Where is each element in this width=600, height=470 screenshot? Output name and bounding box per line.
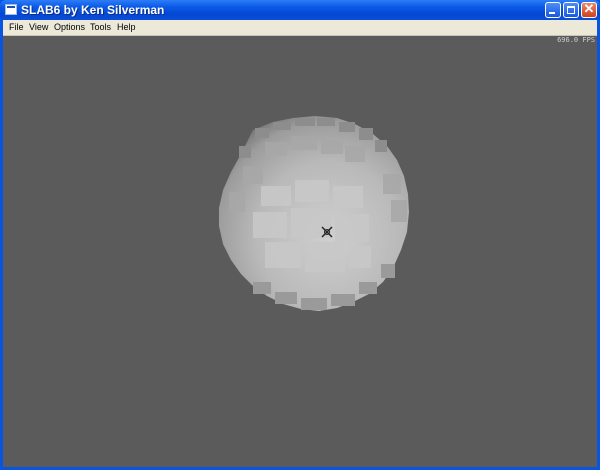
window-title: SLAB6 by Ken Silverman (21, 3, 165, 17)
close-button[interactable]: ✕ (581, 1, 597, 18)
voxel-sphere (219, 116, 409, 311)
title-bar[interactable]: SLAB6 by Ken Silverman ✕ (0, 0, 600, 20)
minimize-button[interactable] (545, 2, 561, 18)
close-icon: ✕ (583, 1, 595, 16)
minimize-icon (549, 12, 555, 14)
menu-help[interactable]: Help (115, 21, 138, 34)
crosshair-icon (321, 226, 333, 238)
maximize-button[interactable] (563, 2, 579, 18)
maximize-icon (567, 6, 575, 14)
menu-view[interactable]: View (27, 21, 50, 34)
menu-options[interactable]: Options (52, 21, 87, 34)
menu-tools[interactable]: Tools (88, 21, 113, 34)
render-viewport[interactable]: 696.0 FPS (3, 36, 597, 467)
app-icon[interactable] (5, 4, 17, 15)
app-window: SLAB6 by Ken Silverman ✕ File View Optio… (0, 0, 600, 470)
menu-file[interactable]: File (7, 21, 26, 34)
sphere-highlight-facets (253, 180, 371, 272)
menu-bar: File View Options Tools Help (3, 20, 597, 36)
